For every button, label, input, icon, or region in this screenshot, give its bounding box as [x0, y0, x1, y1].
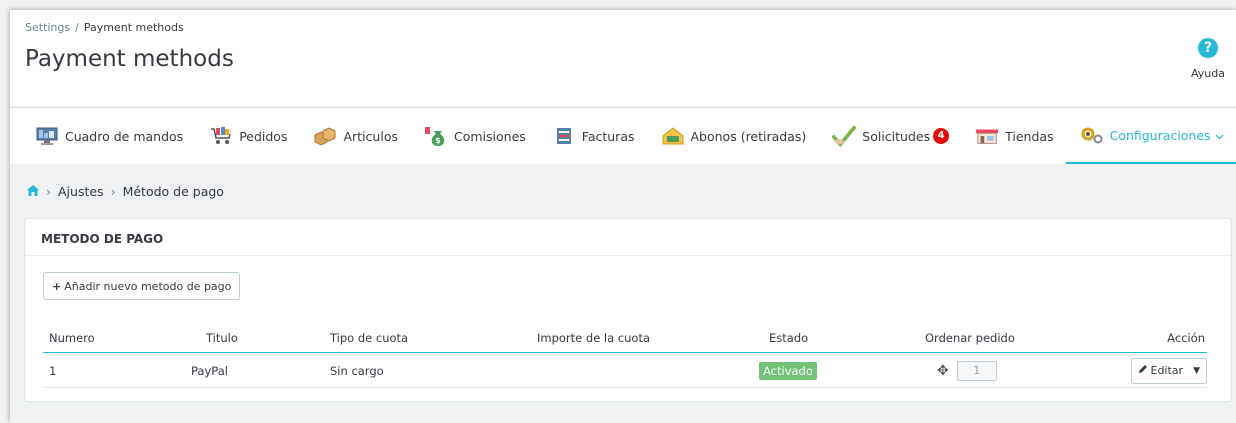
cell-numero: 1 [49, 363, 57, 378]
cell-estado: Activado [759, 354, 817, 387]
tab-label: Tiendas [1005, 128, 1054, 144]
column-header-estado: Estado [769, 330, 809, 345]
withdraw-icon [661, 126, 685, 146]
tab-label: Facturas [581, 128, 635, 144]
table-row: 1 PayPal Sin cargo Activado ✥ 1 Editar ▼ [43, 354, 1207, 388]
sub-breadcrumb: › Ajustes › Método de pago [27, 184, 224, 199]
chevron-right-icon: › [110, 184, 116, 199]
add-button-label: Añadir nuevo metodo de pago [64, 279, 232, 293]
gears-icon [1080, 125, 1104, 145]
check-request-icon [832, 125, 857, 147]
dashboard-icon [35, 126, 59, 146]
tab-abonos[interactable]: Abonos (retiradas) [661, 108, 807, 164]
breadcrumb-separator: / [75, 21, 79, 34]
tab-comisiones[interactable]: $ Comisiones [424, 108, 526, 164]
notification-badge: 4 [933, 128, 950, 144]
page-header: Settings / Payment methods Payment methods… [10, 10, 1236, 106]
column-header-importe: Importe de la cuota [537, 330, 651, 345]
payment-methods-panel: METODO DE PAGO + Añadir nuevo metodo de … [24, 218, 1232, 402]
column-header-orden: Ordenar pedido [925, 330, 1015, 345]
cart-icon [209, 126, 233, 146]
tab-articulos[interactable]: Articulos [313, 108, 398, 164]
tab-tiendas[interactable]: Tiendas [975, 108, 1054, 164]
cell-titulo: PayPal [191, 363, 228, 378]
column-header-tipo: Tipo de cuota [330, 330, 409, 345]
column-header-numero: Numero [49, 330, 95, 345]
column-header-accion: Acción [1167, 330, 1205, 345]
tab-facturas[interactable]: Facturas [552, 108, 635, 164]
tab-configuraciones[interactable]: Configuraciones [1065, 108, 1236, 164]
panel-title: METODO DE PAGO [25, 219, 1231, 256]
home-icon[interactable] [27, 184, 39, 199]
money-bag-icon: $ [424, 126, 448, 146]
tab-solicitudes[interactable]: Solicitudes 4 [832, 108, 950, 164]
tab-label: Articulos [343, 128, 398, 144]
svg-text:$: $ [435, 136, 441, 145]
tab-pedidos[interactable]: Pedidos [209, 108, 287, 164]
boxes-icon [313, 126, 337, 146]
tab-cuadro-de-mandos[interactable]: Cuadro de mandos [35, 108, 183, 164]
edit-button[interactable]: Editar ▼ [1130, 357, 1207, 384]
help-label: Ayuda [1191, 67, 1225, 80]
cell-tipo: Sin cargo [330, 363, 384, 378]
tab-label: Comisiones [453, 128, 526, 144]
add-payment-method-button[interactable]: + Añadir nuevo metodo de pago [43, 272, 241, 300]
edit-label: Editar [1150, 364, 1184, 377]
tab-label: Cuadro de mandos [65, 128, 184, 144]
cell-accion: Editar ▼ [1130, 354, 1207, 387]
tab-label: Abonos (retiradas) [690, 128, 807, 144]
pencil-icon [1138, 364, 1148, 377]
breadcrumb-current: Payment methods [83, 21, 184, 34]
cell-orden: ✥ 1 [937, 354, 997, 387]
tab-label: Solicitudes [862, 128, 931, 144]
chevron-right-icon: › [46, 184, 51, 199]
breadcrumb-settings-link[interactable]: Settings [25, 21, 70, 34]
dropdown-caret-icon[interactable]: ▼ [1193, 366, 1200, 376]
breadcrumb: Settings / Payment methods [25, 21, 184, 34]
breadcrumb-current: Método de pago [122, 184, 224, 199]
status-badge[interactable]: Activado [759, 361, 817, 380]
chevron-down-icon [1215, 128, 1224, 143]
page-title: Payment methods [25, 46, 234, 72]
help-icon: ? [1198, 38, 1218, 58]
position-field[interactable]: 1 [956, 360, 997, 381]
drag-handle-icon[interactable]: ✥ [937, 363, 949, 379]
breadcrumb-ajustes-link[interactable]: Ajustes [58, 184, 104, 199]
tab-label: Configuraciones [1109, 127, 1211, 143]
tab-label: Pedidos [239, 128, 288, 144]
app-frame: Settings / Payment methods Payment methods… [10, 10, 1236, 423]
plus-icon: + [52, 279, 62, 293]
help-button[interactable]: ? Ayuda [1188, 38, 1228, 80]
module-tabs: Cuadro de mandos Pedidos Articulos $ Com… [10, 107, 1236, 164]
table-header: Numero Titulo Tipo de cuota Importe de l… [43, 323, 1207, 353]
invoice-icon [552, 126, 576, 146]
column-header-titulo: Titulo [206, 330, 238, 345]
store-icon [975, 126, 999, 146]
